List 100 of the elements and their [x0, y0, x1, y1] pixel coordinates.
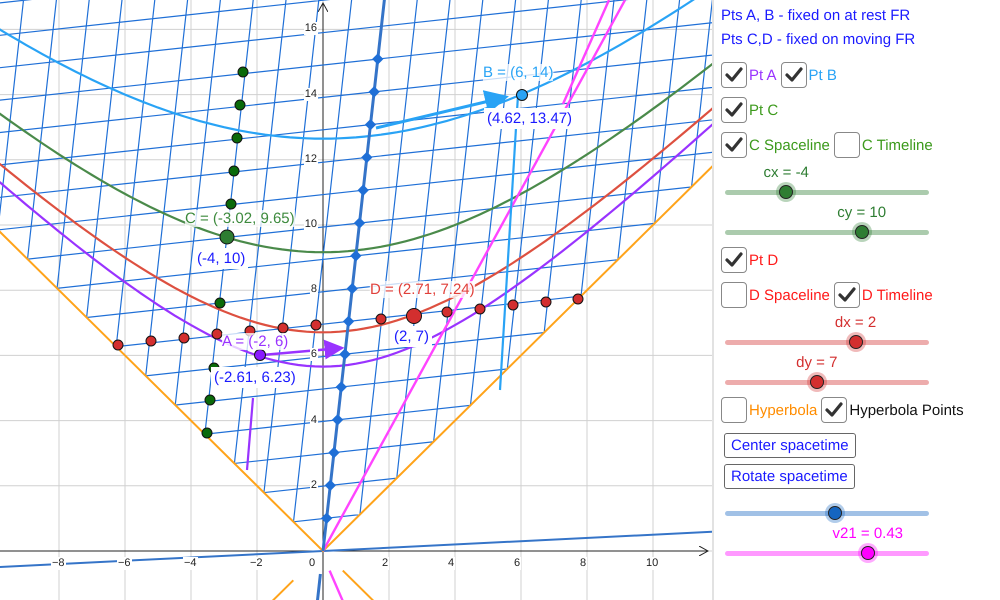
point — [226, 198, 236, 210]
point-label: B = (6, 14) — [483, 64, 554, 81]
tick-marker — [332, 414, 344, 426]
checkbox[interactable] — [721, 247, 747, 273]
point — [278, 322, 288, 334]
x-tick-label: 4 — [447, 557, 456, 570]
y-tick-label: 14 — [304, 88, 318, 101]
tick-marker — [361, 152, 372, 164]
slider-thumb[interactable] — [779, 185, 794, 199]
check-icon — [725, 252, 743, 268]
point — [572, 294, 584, 304]
point-label: A = (-2, 6) — [222, 333, 288, 350]
note-text: Pts A, B - fixed on at rest FR — [721, 6, 912, 26]
y-tick-label: 16 — [304, 22, 318, 36]
point — [112, 340, 124, 350]
y-tick-label: 8 — [310, 283, 318, 296]
tick-marker — [372, 53, 384, 65]
checkbox-label: C Timeline — [862, 136, 933, 154]
point — [146, 336, 156, 346]
point — [376, 314, 386, 324]
checkbox-label: C Spaceline — [749, 136, 830, 154]
tick-marker — [368, 86, 380, 98]
point — [442, 306, 452, 318]
tick-marker — [364, 118, 376, 130]
point — [310, 320, 322, 330]
checkbox-label: Hyperbola Points — [849, 402, 964, 418]
action-button[interactable]: Rotate spacetime — [724, 464, 855, 489]
point — [232, 132, 242, 144]
tick-marker — [342, 316, 354, 328]
checkbox[interactable] — [721, 62, 747, 88]
tick-marker — [328, 446, 340, 458]
checkbox-label: D Timeline — [862, 286, 933, 304]
slider-thumb[interactable] — [828, 506, 842, 520]
slider-thumb[interactable] — [860, 546, 875, 560]
point-label: D = (2.71, 7.24) — [370, 281, 475, 298]
point — [540, 296, 552, 308]
check-icon — [825, 402, 844, 418]
x-tick-label: 10 — [645, 557, 660, 570]
tick-marker — [339, 348, 351, 360]
tick-marker — [350, 250, 362, 262]
slider-thumb[interactable] — [810, 375, 824, 389]
point — [238, 66, 248, 78]
point — [474, 304, 486, 314]
point — [228, 166, 240, 176]
point — [212, 328, 222, 340]
checkbox[interactable] — [780, 62, 807, 88]
slider-thumb[interactable] — [848, 335, 863, 349]
slider-label: dx = 2 — [834, 314, 876, 332]
tick-marker — [346, 282, 358, 294]
action-button[interactable]: Center spacetime — [724, 433, 856, 458]
checkbox-label: Pt A — [749, 66, 777, 84]
point-label: C = (-3.02, 9.65) — [185, 210, 295, 227]
point — [508, 300, 518, 310]
tick-marker — [336, 381, 347, 393]
tick-marker — [321, 512, 332, 524]
checkbox[interactable] — [821, 397, 848, 423]
point[interactable] — [516, 89, 528, 101]
checkbox[interactable] — [834, 282, 860, 308]
point — [202, 428, 212, 438]
check-icon — [725, 102, 743, 118]
checkbox[interactable] — [721, 397, 747, 423]
slider-thumb[interactable] — [854, 225, 869, 239]
tick-marker — [358, 184, 369, 196]
slider-label: dy = 7 — [796, 354, 838, 372]
x-tick-label: −4 — [183, 557, 198, 570]
point — [178, 332, 190, 344]
note-text: Pts C,D - fixed on moving FR — [721, 30, 916, 50]
x-tick-label: −8 — [51, 557, 66, 570]
check-icon — [784, 67, 803, 83]
checkbox[interactable] — [721, 282, 747, 308]
x-tick-label: −2 — [249, 557, 264, 570]
checkbox-label: Pt B — [808, 66, 837, 84]
point[interactable] — [406, 308, 422, 324]
checkbox-label: D Spaceline — [749, 286, 830, 304]
y-tick-label: 12 — [304, 152, 318, 166]
point — [214, 298, 226, 308]
point[interactable] — [220, 230, 234, 244]
point — [204, 394, 216, 406]
x-tick-label: 6 — [513, 557, 522, 570]
x-tick-label: 8 — [579, 557, 588, 570]
checkbox-label: Pt D — [749, 252, 778, 268]
check-icon — [838, 287, 856, 303]
tick-marker — [324, 480, 336, 492]
checkbox[interactable] — [721, 132, 747, 158]
point[interactable] — [254, 349, 266, 361]
checkbox-label: Hyperbola — [749, 402, 818, 418]
x-tick-label: 2 — [381, 557, 390, 570]
tick-marker — [354, 217, 366, 229]
point — [234, 100, 246, 110]
check-icon — [725, 67, 743, 83]
checkbox-label: Pt C — [749, 102, 778, 118]
slider-label: cy = 10 — [837, 204, 886, 222]
check-icon — [725, 137, 743, 153]
y-tick-label: 10 — [304, 218, 318, 231]
x-tick-label: −6 — [117, 557, 132, 570]
checkbox[interactable] — [834, 132, 860, 158]
y-tick-label: 6 — [310, 348, 318, 362]
checkbox[interactable] — [721, 97, 747, 123]
slider-label: cx = -4 — [763, 164, 809, 182]
slider-label: v21 = 0.43 — [832, 525, 904, 543]
